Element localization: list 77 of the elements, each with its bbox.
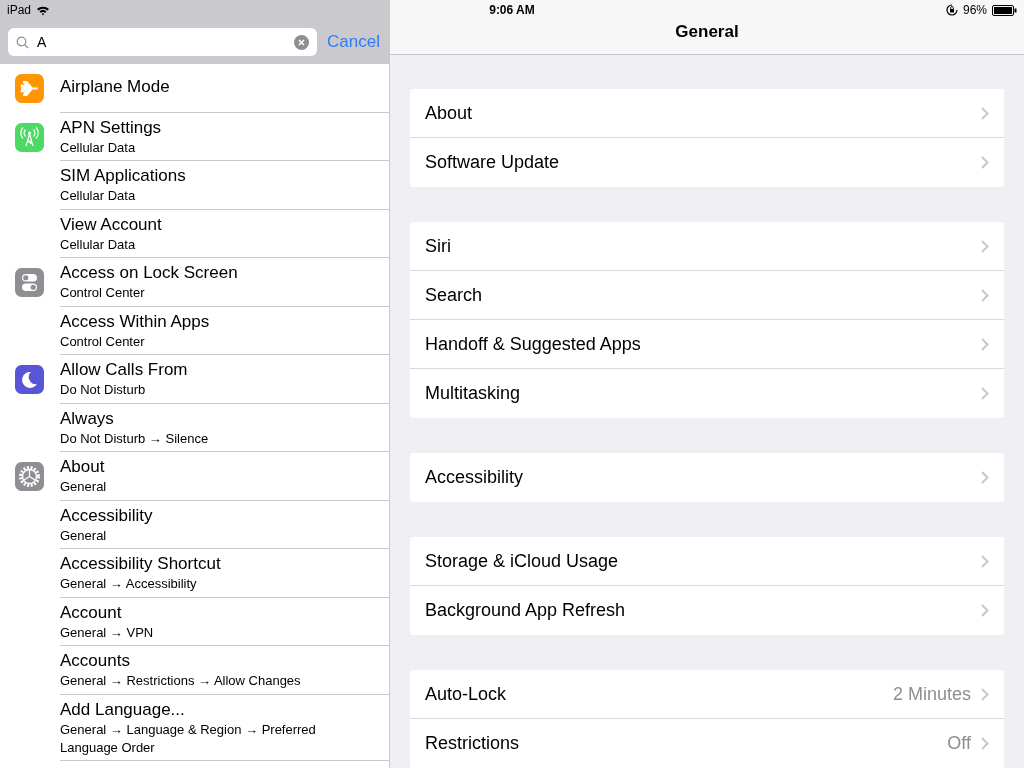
search-field[interactable]: A (8, 28, 317, 56)
chevron-icon (981, 687, 989, 701)
result-title[interactable]: Add Language... (60, 698, 389, 721)
row-label: Multitasking (425, 383, 522, 404)
settings-row[interactable]: Multitasking (410, 369, 1004, 418)
row-label: Search (425, 284, 484, 306)
result-title[interactable]: APN Settings (60, 116, 389, 139)
chevron-icon (981, 239, 989, 253)
result-path: General (60, 526, 108, 545)
airplane-icon (14, 74, 44, 103)
chevron-icon (981, 387, 989, 400)
settings-row[interactable]: Restrictions Off (410, 719, 1004, 768)
clear-icon[interactable] (294, 35, 309, 50)
result-title[interactable]: Airplane Mode (60, 76, 389, 99)
result-title[interactable]: View Account (60, 213, 389, 236)
chevron-icon (981, 106, 989, 120)
result-path: General (60, 478, 108, 496)
result-path: General → VPN (60, 623, 155, 642)
chevron-icon (981, 288, 989, 302)
result-title[interactable]: Access on Lock Screen (60, 262, 389, 284)
settings-row[interactable]: Accessibility (410, 453, 1004, 502)
chevron-icon (981, 156, 989, 169)
settings-row[interactable]: Search (410, 271, 1004, 320)
row-label: Software Update (425, 152, 561, 173)
row-value: Off (947, 733, 971, 754)
chevron-icon (981, 554, 989, 568)
search-icon (16, 36, 29, 49)
settings-row[interactable]: Siri (410, 222, 1004, 271)
result-title[interactable]: SIM Applications (60, 165, 389, 187)
result-path: Control Center (60, 284, 146, 302)
moon-icon (14, 365, 44, 394)
page-title: General (675, 22, 739, 42)
result-path: Do Not Disturb (60, 381, 147, 399)
settings-row[interactable]: Auto-Lock 2 Minutes (410, 670, 1004, 719)
result-title[interactable]: Account (60, 601, 389, 624)
rotation-lock-icon (945, 4, 958, 16)
result-title[interactable]: Always (60, 407, 389, 430)
result-title[interactable]: Accessibility (60, 504, 389, 527)
settings-row[interactable]: Background App Refresh (410, 586, 1004, 635)
row-label: About (425, 102, 474, 124)
result-path: Control Center (60, 332, 146, 351)
toggles-icon (14, 268, 44, 297)
result-path: General → Accessibility (60, 575, 198, 593)
result-title[interactable]: About (60, 456, 389, 478)
row-label: Background App Refresh (425, 600, 627, 621)
row-value: 2 Minutes (892, 683, 971, 705)
row-label: Auto-Lock (425, 683, 508, 705)
settings-row[interactable]: About (410, 89, 1004, 138)
result-path: Do Not Disturb → Silence (60, 429, 210, 448)
result-path: General → Language & Region → Preferred Language Order (60, 720, 317, 757)
clock-time: 9:06 AM (489, 3, 535, 17)
cellular-icon (14, 122, 44, 152)
device-name: iPad (7, 3, 32, 17)
wifi-icon (36, 4, 51, 16)
result-path: Cellular Data (60, 235, 137, 254)
result-title[interactable]: Accounts (60, 650, 389, 672)
row-label: Storage & iCloud Usage (425, 550, 620, 572)
row-label: Siri (425, 235, 452, 257)
row-label: Accessibility (425, 467, 525, 488)
result-path: General → Restrictions → Allow Changes (60, 672, 302, 690)
chevron-icon (981, 471, 989, 484)
result-path: Cellular Data (60, 187, 137, 205)
battery-percent: 96% (962, 3, 987, 17)
result-title[interactable]: Access Within Apps (60, 310, 389, 333)
settings-row[interactable]: Handoff & Suggested Apps (410, 320, 1004, 369)
result-title[interactable]: Accessibility Shortcut (60, 553, 389, 575)
settings-row[interactable]: Software Update (410, 138, 1004, 187)
chevron-icon (981, 604, 989, 617)
settings-row[interactable]: Storage & iCloud Usage (410, 537, 1004, 586)
chevron-icon (981, 737, 989, 750)
row-label: Restrictions (425, 733, 521, 754)
chevron-icon (981, 337, 989, 351)
battery-icon (992, 4, 1017, 16)
gear-icon (14, 462, 44, 491)
row-label: Handoff & Suggested Apps (425, 333, 642, 355)
result-title[interactable]: Allow Calls From (60, 359, 389, 381)
result-path: Cellular Data (60, 138, 137, 157)
